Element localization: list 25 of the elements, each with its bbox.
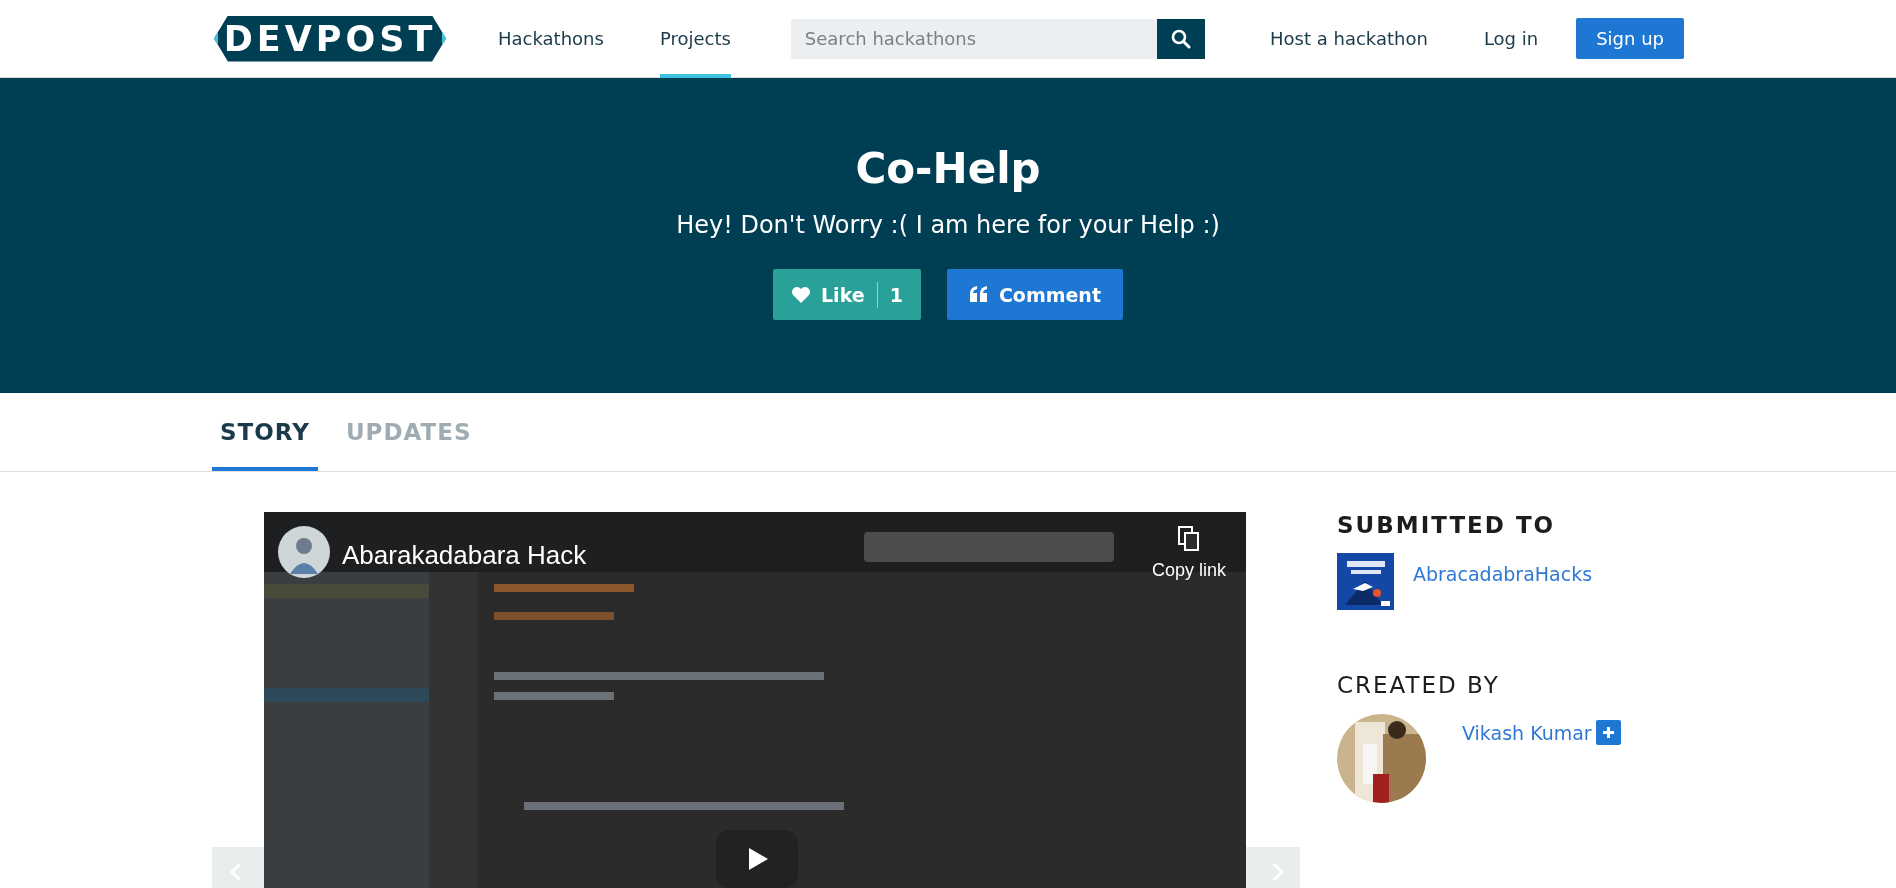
heart-icon [791,285,811,304]
video-title[interactable]: Abarakadabara Hack [342,540,587,571]
creator-link[interactable]: Vikash Kumar [1462,721,1592,744]
copy-link-button[interactable]: Copy link [1151,526,1226,581]
hackathon-link[interactable]: AbracadabraHacks [1413,563,1593,585]
devpost-logo[interactable]: DEVPOST [214,15,446,62]
project-tagline: Hey! Don't Worry :( I am here for your Help :) [676,211,1220,239]
nav-link[interactable]: Hackathons [498,0,604,78]
plus-icon [1601,726,1615,739]
play-button[interactable] [716,830,798,888]
copy-icon [1178,526,1200,552]
tab[interactable]: STORY [212,393,318,471]
comment-button[interactable]: Comment [946,269,1123,320]
signup-button[interactable]: Sign up [1576,18,1684,59]
section-heading: SUBMITTED TO [1337,512,1557,538]
search-field[interactable]: Search hackathons [790,18,1157,59]
project-title: Co-Help [855,144,1041,193]
section-heading: CREATED BY [1337,672,1501,698]
header-link[interactable]: Log in [1483,28,1539,49]
quote-icon [968,286,989,303]
search-button[interactable] [1156,18,1205,59]
header-link[interactable]: Host a hackathon [1270,28,1428,49]
search-icon [1170,28,1191,49]
follow-button[interactable] [1595,720,1621,745]
channel-avatar[interactable] [278,526,330,578]
